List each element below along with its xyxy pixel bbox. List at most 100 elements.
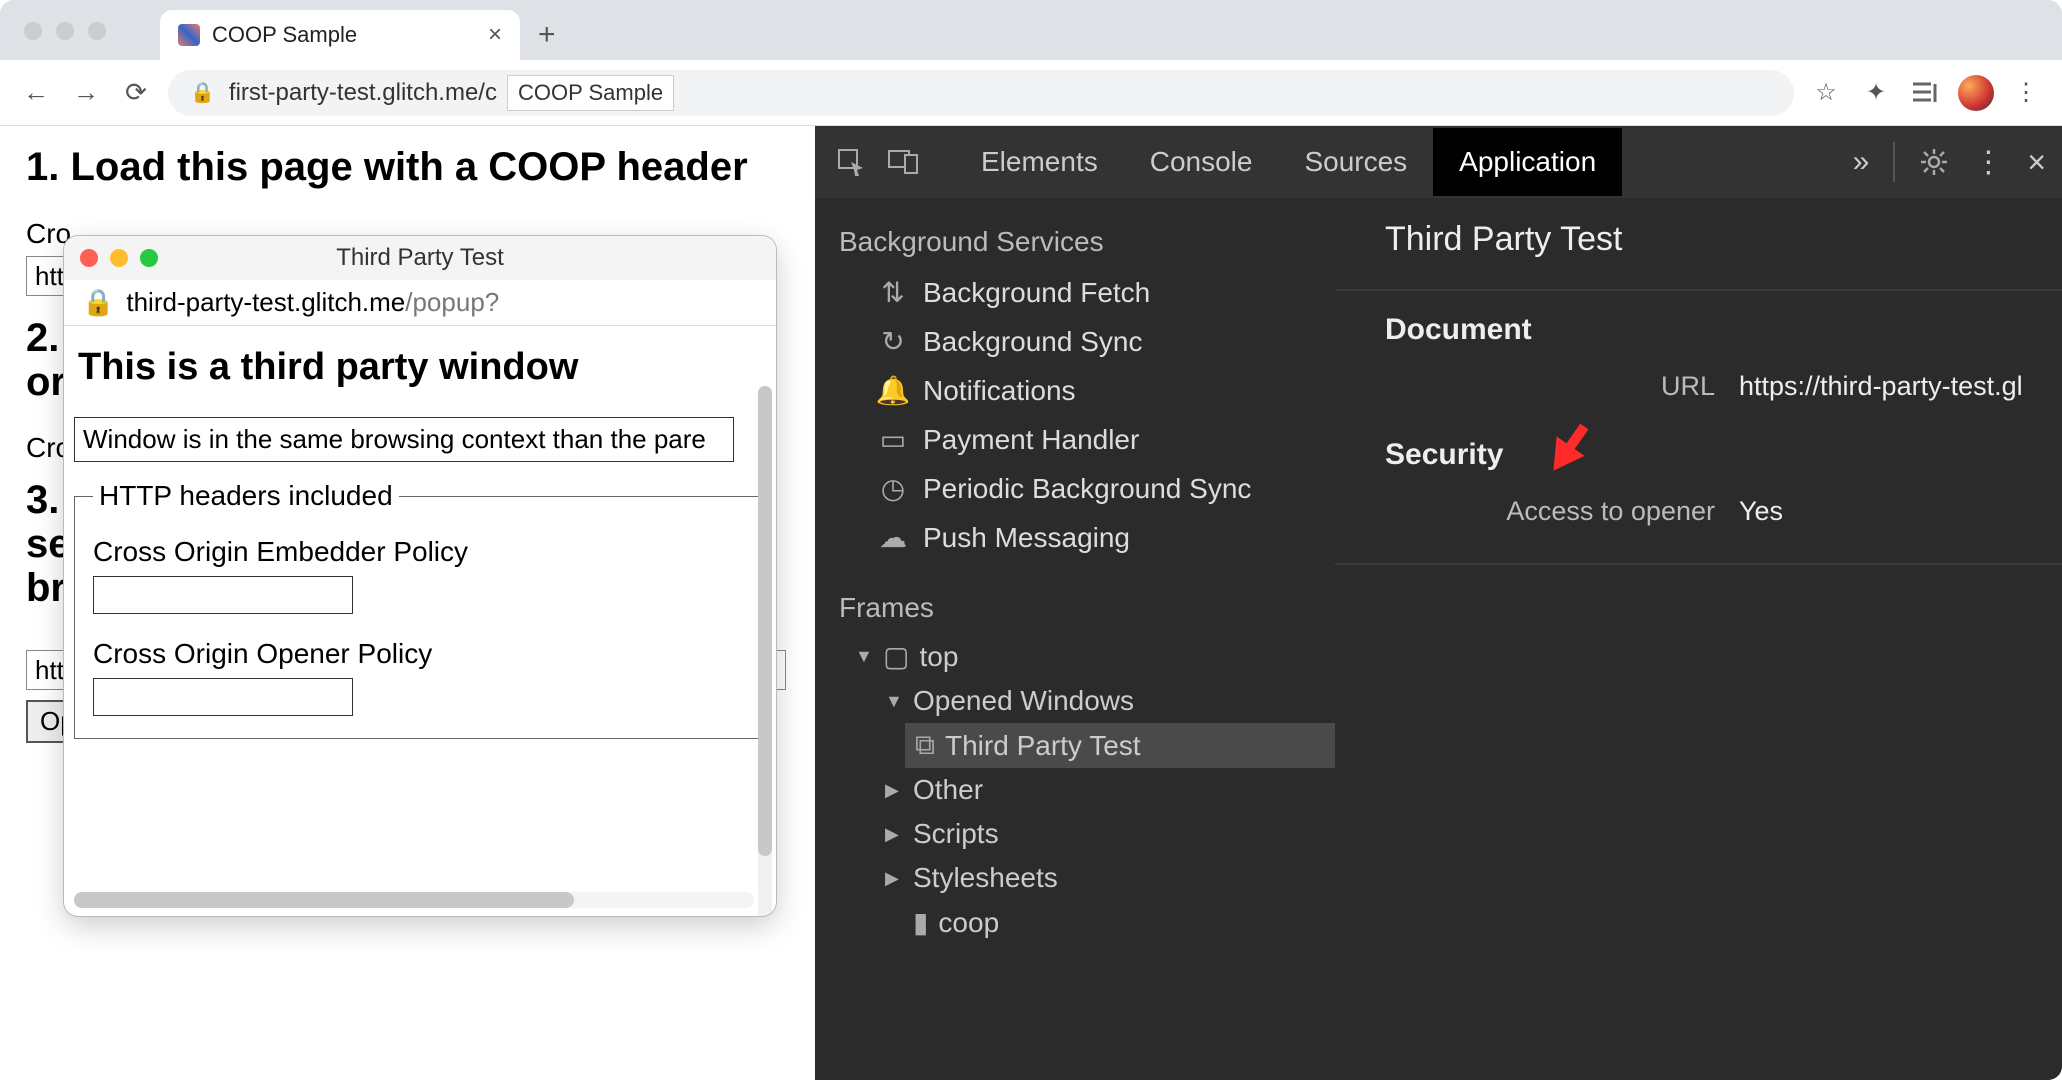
tab-application[interactable]: Application: [1433, 128, 1622, 196]
popup-path: /popup?: [405, 287, 499, 317]
coop-label: Cross Origin Opener Policy: [93, 638, 747, 670]
device-icon[interactable]: [883, 142, 923, 182]
devtools-panel: Elements Console Sources Application » ⋮…: [815, 126, 2062, 1080]
new-tab-button[interactable]: +: [538, 18, 556, 52]
group-security: Security: [1385, 438, 2062, 472]
frame-other[interactable]: ▶Other: [875, 768, 1335, 812]
lock-icon: 🔒: [190, 80, 215, 105]
address-tooltip: COOP Sample: [507, 75, 674, 111]
profile-avatar[interactable]: [1958, 75, 1994, 111]
caret-right-icon: ▶: [885, 868, 903, 889]
caret-down-icon: ▼: [885, 691, 903, 712]
item-background-sync[interactable]: ↻Background Sync: [815, 317, 1335, 366]
close-devtools-icon[interactable]: ×: [2027, 144, 2046, 181]
cloud-icon: ☁: [879, 521, 907, 554]
sync-icon: ↻: [879, 325, 907, 358]
tab-console[interactable]: Console: [1124, 128, 1279, 196]
gear-icon[interactable]: [1919, 147, 1949, 177]
fieldset-legend: HTTP headers included: [93, 480, 399, 512]
tab-elements[interactable]: Elements: [955, 128, 1124, 196]
divider: [1893, 142, 1895, 182]
frame-opened-windows[interactable]: ▼Opened Windows: [875, 679, 1335, 723]
popup-status: Window is in the same browsing context t…: [74, 417, 734, 462]
back-button[interactable]: ←: [18, 75, 54, 111]
frame-scripts[interactable]: ▶Scripts: [875, 812, 1335, 856]
popup-window: Third Party Test 🔒 third-party-test.glit…: [64, 236, 776, 916]
reading-list-icon[interactable]: [1908, 75, 1944, 111]
page-h2-a: 2.: [26, 316, 59, 360]
devtools-main: Third Party Test Document URL https://th…: [1335, 198, 2062, 1080]
traffic-max[interactable]: [88, 22, 106, 40]
popup-title: Third Party Test: [64, 244, 776, 272]
caret-down-icon: ▼: [855, 646, 873, 667]
browser-tab[interactable]: COOP Sample ×: [160, 10, 520, 60]
inspect-icon[interactable]: [831, 142, 871, 182]
windows-icon: ⧉: [915, 729, 935, 762]
item-payment-handler[interactable]: ▭Payment Handler: [815, 415, 1335, 464]
access-key: Access to opener: [1495, 496, 1715, 527]
reload-button[interactable]: ⟳: [118, 75, 154, 111]
http-headers-fieldset: HTTP headers included Cross Origin Embed…: [74, 480, 766, 739]
item-notifications[interactable]: 🔔Notifications: [815, 366, 1335, 415]
traffic-close[interactable]: [24, 22, 42, 40]
item-push-messaging[interactable]: ☁Push Messaging: [815, 513, 1335, 562]
url-key: URL: [1495, 371, 1715, 402]
page-h3-a: 3.: [26, 478, 59, 522]
address-text: first-party-test.glitch.me/c: [229, 79, 497, 107]
coop-input[interactable]: [93, 678, 353, 716]
fetch-icon: ⇅: [879, 276, 907, 309]
favicon-icon: [178, 24, 200, 46]
arrow-icon: [1535, 412, 1605, 482]
caret-right-icon: ▶: [885, 780, 903, 801]
caret-right-icon: ▶: [885, 824, 903, 845]
access-value: Yes: [1739, 496, 1783, 527]
traffic-min[interactable]: [56, 22, 74, 40]
section-background-services: Background Services: [815, 216, 1335, 268]
kv-access-opener: Access to opener Yes: [1385, 490, 2062, 533]
frame-title: Third Party Test: [1385, 220, 2062, 259]
page-heading-1: 1. Load this page with a COOP header: [26, 144, 789, 190]
item-periodic-sync[interactable]: ◷Periodic Background Sync: [815, 464, 1335, 513]
coep-input[interactable]: [93, 576, 353, 614]
kebab-icon[interactable]: ⋮: [1973, 145, 2003, 180]
more-tabs-icon[interactable]: »: [1853, 145, 1870, 179]
bell-icon: 🔔: [879, 374, 907, 407]
popup-hscrollbar[interactable]: [74, 892, 754, 908]
frame-stylesheets[interactable]: ▶Stylesheets: [875, 856, 1335, 900]
devtools-sidebar: Background Services ⇅Background Fetch ↻B…: [815, 198, 1335, 1080]
popup-vscrollbar[interactable]: [758, 386, 772, 916]
clock-icon: ◷: [879, 472, 907, 505]
star-icon[interactable]: ☆: [1808, 75, 1844, 111]
window-icon: ▢: [883, 640, 909, 673]
card-icon: ▭: [879, 423, 907, 456]
popup-heading: This is a third party window: [78, 346, 766, 389]
lock-icon: 🔒: [82, 287, 114, 318]
section-frames: Frames: [815, 582, 1335, 634]
group-document: Document: [1385, 313, 2062, 347]
item-background-fetch[interactable]: ⇅Background Fetch: [815, 268, 1335, 317]
address-bar[interactable]: 🔒 first-party-test.glitch.me/c COOP Samp…: [168, 70, 1794, 116]
menu-icon[interactable]: ⋮: [2008, 75, 2044, 111]
url-value: https://third-party-test.gl: [1739, 371, 2023, 402]
tab-title: COOP Sample: [212, 22, 476, 48]
page-h2-b: or: [26, 360, 66, 404]
extensions-icon[interactable]: ✦: [1858, 75, 1894, 111]
frame-top[interactable]: ▼▢top: [845, 634, 1335, 679]
toolbar: ← → ⟳ 🔒 first-party-test.glitch.me/c COO…: [0, 60, 2062, 126]
popup-titlebar[interactable]: Third Party Test: [64, 236, 776, 280]
tab-bar: COOP Sample × +: [0, 0, 2062, 60]
frame-coop[interactable]: ▮coop: [875, 900, 1335, 945]
file-icon: ▮: [913, 906, 928, 939]
frame-third-party-test[interactable]: ⧉Third Party Test: [905, 723, 1335, 768]
popup-address-bar[interactable]: 🔒 third-party-test.glitch.me/popup?: [64, 280, 776, 326]
tab-sources[interactable]: Sources: [1278, 128, 1433, 196]
forward-button[interactable]: →: [68, 75, 104, 111]
page-h3-c: br: [26, 566, 66, 610]
popup-body: This is a third party window Window is i…: [64, 326, 776, 916]
kv-url: URL https://third-party-test.gl: [1385, 365, 2062, 408]
window-traffic-lights: [24, 22, 106, 40]
devtools-tabbar: Elements Console Sources Application » ⋮…: [815, 126, 2062, 198]
close-icon[interactable]: ×: [488, 21, 502, 49]
coep-label: Cross Origin Embedder Policy: [93, 536, 747, 568]
popup-host: third-party-test.glitch.me: [126, 287, 405, 317]
